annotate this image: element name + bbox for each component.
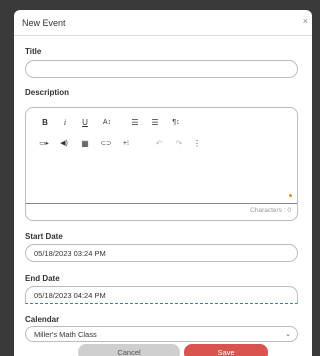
dialog-title: New Event	[22, 17, 66, 28]
start-date-label: Start Date	[25, 232, 63, 241]
table-icon[interactable]: ▦	[78, 135, 92, 151]
dialog-header: New Event ×	[14, 10, 312, 36]
description-label: Description	[25, 88, 70, 97]
list-button[interactable]: ☰	[148, 114, 162, 130]
title-label: Title	[25, 47, 42, 56]
close-icon[interactable]: ×	[303, 17, 308, 26]
description-editor[interactable]: B i U A↕ ☰ ☰ ¶↕ ▭▸ ◀) ▦ ⊂⊃ +⁝ ↶ ↷ ⋮ Char…	[25, 107, 298, 221]
editor-toolbar-row-2: ▭▸ ◀) ▦ ⊂⊃ +⁝ ↶ ↷ ⋮	[26, 135, 297, 151]
cancel-button[interactable]: Cancel	[78, 344, 180, 356]
redo-icon[interactable]: ↷	[172, 135, 186, 151]
calendar-selected-value: Miller's Math Class	[34, 329, 97, 339]
editor-divider	[26, 203, 297, 204]
calendar-select[interactable]: Miller's Math Class ⌄	[25, 326, 298, 342]
link-icon[interactable]: ⊂⊃	[98, 135, 114, 151]
editor-toolbar-row-1: B i U A↕ ☰ ☰ ¶↕	[26, 114, 297, 130]
character-count: Characters : 0	[250, 207, 291, 214]
resize-handle-icon[interactable]	[289, 194, 292, 197]
title-input[interactable]	[25, 60, 298, 78]
save-button[interactable]: Save	[184, 344, 268, 356]
end-date-label: End Date	[25, 274, 60, 283]
chevron-down-icon: ⌄	[285, 331, 291, 338]
end-date-input[interactable]: 05/18/2023 04:24 PM	[25, 286, 298, 304]
start-date-input[interactable]: 05/18/2023 03:24 PM	[25, 244, 298, 262]
underline-button[interactable]: U	[78, 114, 92, 130]
video-icon[interactable]: ▭▸	[36, 135, 52, 151]
bold-button[interactable]: B	[38, 114, 52, 130]
font-size-button[interactable]: A↕	[98, 114, 116, 130]
more-icon[interactable]: ⋮	[192, 135, 202, 151]
calendar-label: Calendar	[25, 315, 60, 324]
paragraph-button[interactable]: ¶↕	[168, 114, 184, 130]
undo-icon[interactable]: ↶	[152, 135, 166, 151]
align-left-button[interactable]: ☰	[128, 114, 142, 130]
insert-icon[interactable]: +⁝	[118, 135, 134, 151]
new-event-dialog: New Event × Title Description B i U A↕ ☰…	[14, 10, 312, 356]
italic-button[interactable]: i	[58, 114, 72, 130]
audio-icon[interactable]: ◀)	[56, 135, 72, 151]
